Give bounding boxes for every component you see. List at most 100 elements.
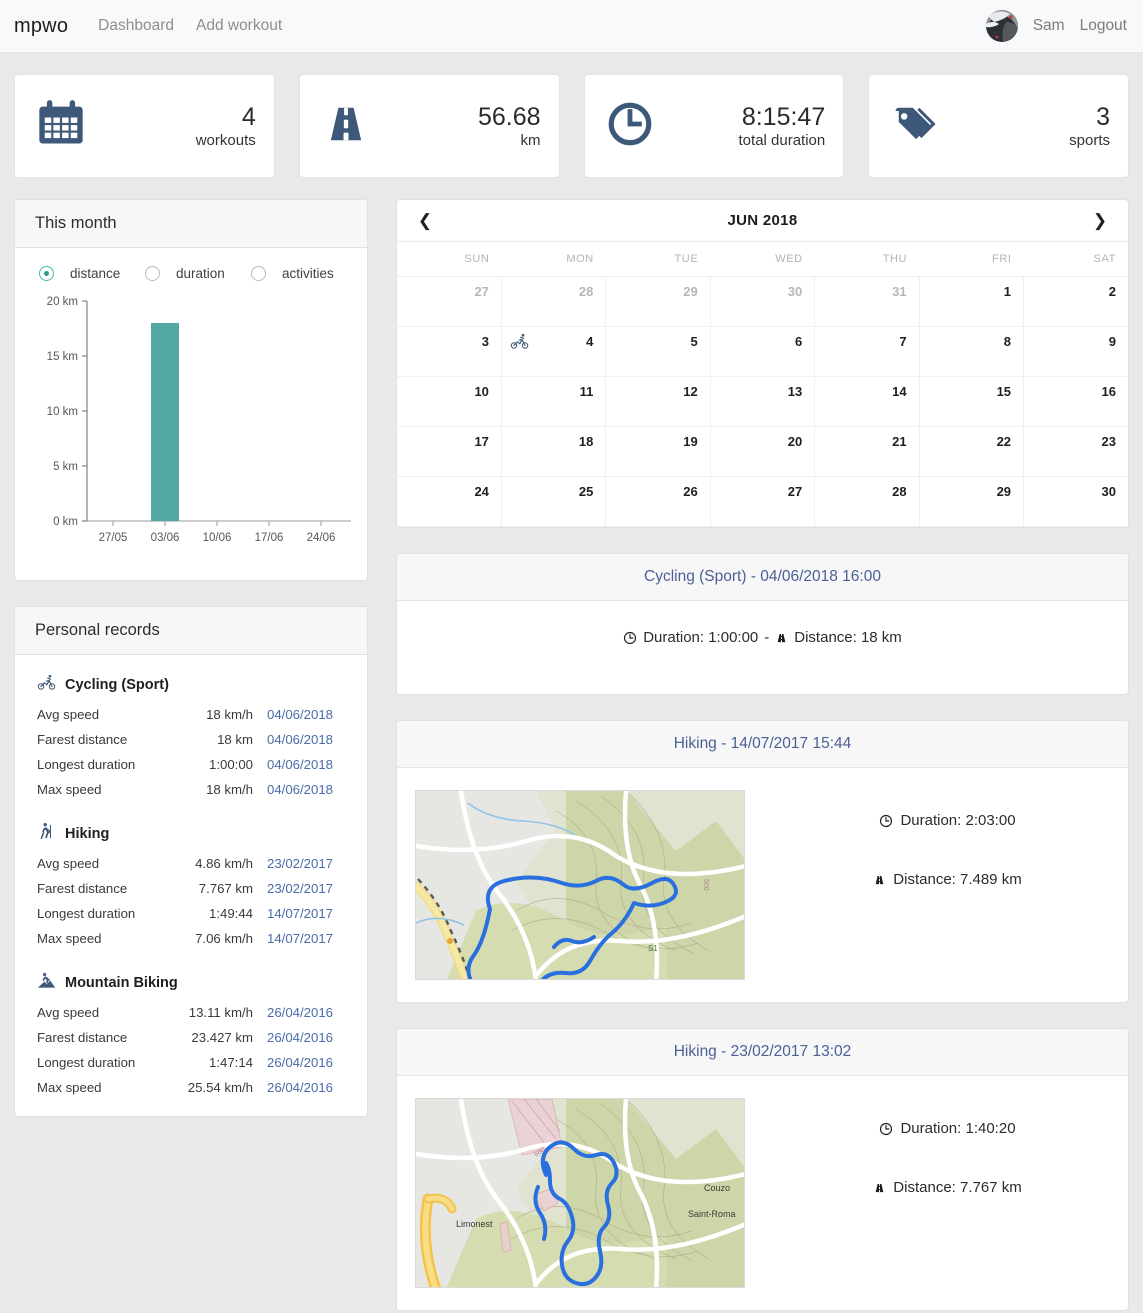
calendar-weekday: FRI (919, 242, 1024, 277)
calendar-day-cell[interactable]: 3 (397, 326, 502, 377)
calendar-day-cell[interactable]: 30 (1023, 476, 1128, 527)
record-value: 1:49:44 (209, 906, 253, 921)
calendar-day-cell[interactable]: 29 (918, 476, 1025, 527)
record-date[interactable]: 26/04/2016 (267, 1025, 345, 1050)
calendar-day-cell[interactable]: 21 (814, 426, 920, 477)
record-value: 1:47:14 (209, 1055, 253, 1070)
record-value: 23.427 km (191, 1030, 253, 1045)
logout-link[interactable]: Logout (1080, 17, 1127, 35)
personal-record-sport: Cycling (Sport) (37, 673, 345, 696)
calendar-day-cell[interactable]: 27 (709, 476, 816, 527)
nav-link-add-workout[interactable]: Add workout (196, 17, 282, 35)
calendar-day-cell[interactable]: 10 (397, 376, 502, 427)
calendar-day-cell[interactable]: 23 (1023, 426, 1128, 477)
radio-activities[interactable]: activities (251, 266, 357, 281)
calendar-day-cell[interactable]: 24 (397, 476, 502, 527)
calendar-day-cell[interactable]: 13 (709, 376, 816, 427)
stat-text: 8:15:47 total duration (739, 102, 826, 151)
calendar-day-cell[interactable]: 7 (814, 326, 920, 377)
calendar-day-cell[interactable]: 25 (500, 476, 607, 527)
radio-distance[interactable]: distance (39, 266, 145, 281)
record-value: 25.54 km/h (187, 1080, 253, 1095)
avatar[interactable] (985, 10, 1018, 42)
workout-duration-row: Duration: 2:03:00 (785, 812, 1110, 829)
calendar-grid: SUN MON TUE WED THU FRI SAT 27 28 29 30 31 1 2 3 4567… (397, 242, 1128, 527)
calendar-day-cell[interactable]: 11 (500, 376, 607, 427)
record-date[interactable]: 14/07/2017 (267, 926, 345, 951)
calendar-day-cell[interactable]: 16 (1023, 376, 1128, 427)
calendar-day-cell[interactable]: 15 (918, 376, 1025, 427)
personal-records-card: Personal records Cycling (Sport) Avg spee… (14, 606, 368, 1117)
workout-title-link[interactable]: Cycling (Sport) - 04/06/2018 16:00 (644, 568, 881, 585)
svg-text:15 km: 15 km (47, 351, 78, 363)
radio-duration[interactable]: duration (145, 266, 251, 281)
workout-summary: Duration: 1:00:00- Distance: 18 km (623, 629, 902, 646)
record-date[interactable]: 26/04/2016 (267, 1075, 345, 1100)
stat-label: sports (1069, 132, 1110, 150)
workout-card: Hiking - 23/02/2017 13:02 Limonest Couzo… (396, 1028, 1129, 1311)
calendar-day-cell[interactable]: 26 (605, 476, 711, 527)
calendar-day-number: 18 (578, 434, 594, 449)
calendar-day-cell[interactable]: 22 (918, 426, 1025, 477)
workout-map-hiking-1[interactable]: 500 S1 (415, 790, 745, 980)
calendar-day-number: 13 (787, 384, 803, 399)
svg-text:27/05: 27/05 (99, 532, 128, 544)
chevron-left-icon[interactable]: ❮ (413, 212, 437, 229)
svg-text:03/06: 03/06 (151, 532, 180, 544)
workout-title-link[interactable]: Hiking - 14/07/2017 15:44 (674, 735, 852, 752)
nav-username[interactable]: Sam (1033, 17, 1065, 35)
record-date[interactable]: 04/06/2018 (267, 777, 345, 802)
calendar-day-cell[interactable]: 20 (709, 426, 816, 477)
calendar-day-number: 17 (474, 434, 489, 449)
chevron-right-icon[interactable]: ❯ (1088, 212, 1112, 229)
mountain-biking-icon (37, 971, 56, 994)
record-date[interactable]: 26/04/2016 (267, 1050, 345, 1075)
calendar-day-cell[interactable]: 5 (605, 326, 711, 377)
record-date[interactable]: 23/02/2017 (267, 876, 345, 901)
calendar-day-cell[interactable]: 4 (500, 326, 607, 377)
record-date[interactable]: 26/04/2016 (267, 1000, 345, 1025)
calendar-day-cell[interactable]: 30 (709, 276, 816, 327)
calendar-day-number: 3 (481, 334, 489, 349)
calendar-day-cell[interactable]: 12 (605, 376, 711, 427)
record-date[interactable]: 04/06/2018 (267, 702, 345, 727)
nav-link-dashboard[interactable]: Dashboard (98, 17, 174, 35)
record-value: 1:00:00 (209, 757, 253, 772)
brand-logo[interactable]: mpwo (14, 15, 68, 38)
cycling-icon[interactable] (510, 332, 529, 354)
calendar-day-cell[interactable]: 17 (397, 426, 502, 477)
calendar-day-cell[interactable]: 28 (500, 276, 607, 327)
record-date[interactable]: 14/07/2017 (267, 901, 345, 926)
calendar-day-cell[interactable]: 6 (709, 326, 816, 377)
cycling-icon (37, 673, 56, 696)
road-icon (873, 873, 886, 887)
calendar-day-cell[interactable]: 31 (814, 276, 920, 327)
calendar-day-cell[interactable]: 27 (397, 276, 502, 327)
workout-map-hiking-2[interactable]: Limonest Couzo Saint-Roma 600 (415, 1098, 745, 1288)
record-label: Max speed (37, 782, 102, 797)
calendar-day-cell[interactable]: 1 (918, 276, 1025, 327)
road-icon (320, 98, 372, 155)
workout-title-link[interactable]: Hiking - 23/02/2017 13:02 (674, 1043, 852, 1060)
calendar-title: JUN 2018 (727, 212, 798, 229)
calendar-day-cell[interactable]: 28 (814, 476, 920, 527)
calendar-day-number: 12 (683, 384, 698, 399)
calendar-day-cell[interactable]: 19 (605, 426, 711, 477)
calendar-day-cell[interactable]: 18 (500, 426, 607, 477)
calendar-day-number: 31 (892, 284, 907, 299)
sport-name: Mountain Biking (65, 974, 178, 991)
workout-duration: Duration: 1:00:00 (643, 629, 759, 646)
calendar-weekday: SUN (397, 242, 502, 277)
svg-text:20 km: 20 km (47, 296, 78, 308)
calendar-day-cell[interactable]: 14 (814, 376, 920, 427)
record-date[interactable]: 04/06/2018 (267, 752, 345, 777)
personal-records-body: Cycling (Sport) Avg speed 18 km/h 04/06/201… (15, 655, 367, 1116)
stat-card-sports: 3 sports (868, 74, 1129, 178)
calendar-day-cell[interactable]: 9 (1023, 326, 1128, 377)
calendar-day-cell[interactable]: 29 (605, 276, 711, 327)
calendar-day-cell[interactable]: 2 (1023, 276, 1128, 327)
record-date[interactable]: 23/02/2017 (267, 851, 345, 876)
calendar-day-cell[interactable]: 8 (918, 326, 1025, 377)
calendar-day-number: 30 (1101, 484, 1116, 499)
record-date[interactable]: 04/06/2018 (267, 727, 345, 752)
